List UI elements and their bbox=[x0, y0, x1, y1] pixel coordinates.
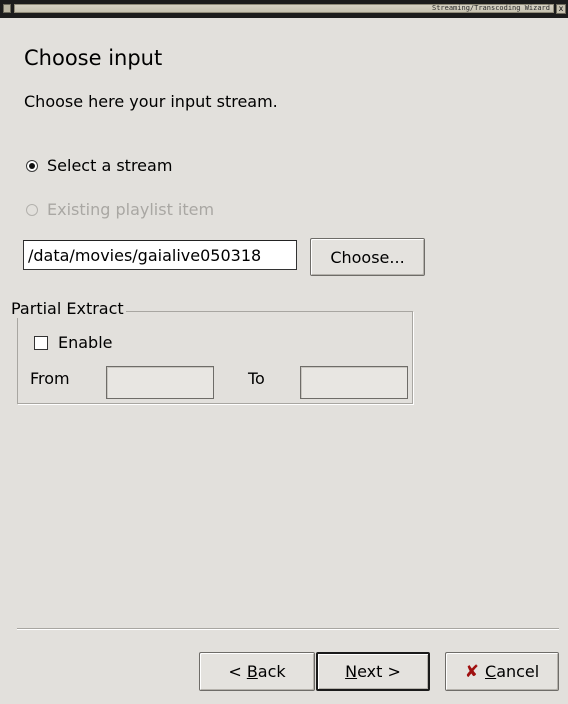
to-input[interactable] bbox=[300, 366, 408, 399]
window-title: Streaming/Transcoding Wizard bbox=[431, 4, 550, 12]
from-label: From bbox=[30, 369, 70, 388]
choose-button[interactable]: Choose... bbox=[310, 238, 425, 276]
select-stream-radio[interactable]: Select a stream bbox=[26, 156, 172, 175]
footer-separator bbox=[17, 628, 559, 630]
back-button-rest: ack bbox=[257, 662, 286, 681]
window-menu-button[interactable] bbox=[3, 4, 11, 13]
radio-checked-icon[interactable] bbox=[26, 159, 38, 172]
wizard-window: Streaming/Transcoding Wizard x Choose in… bbox=[0, 0, 568, 704]
next-button-mnemonic: N bbox=[345, 662, 358, 681]
page-title: Choose input bbox=[24, 46, 163, 70]
enable-checkbox[interactable]: Enable bbox=[34, 333, 113, 352]
cancel-button[interactable]: ✘ Cancel bbox=[445, 652, 559, 691]
title-bar[interactable]: Streaming/Transcoding Wizard x bbox=[0, 0, 568, 18]
select-stream-label: Select a stream bbox=[47, 156, 173, 175]
existing-playlist-item-label: Existing playlist item bbox=[47, 200, 215, 219]
to-label: To bbox=[248, 369, 265, 388]
checkbox-unchecked-icon[interactable] bbox=[34, 335, 48, 350]
page-subtitle: Choose here your input stream. bbox=[24, 92, 278, 111]
radio-unchecked-icon bbox=[26, 203, 38, 216]
from-input[interactable] bbox=[106, 366, 214, 399]
stream-path-input[interactable] bbox=[23, 240, 297, 270]
existing-playlist-item-radio: Existing playlist item bbox=[26, 200, 214, 219]
back-button-prefix: < bbox=[228, 662, 247, 681]
cancel-x-icon: ✘ bbox=[464, 661, 480, 682]
enable-label: Enable bbox=[58, 333, 113, 352]
next-button-rest: ext > bbox=[357, 662, 401, 681]
close-icon: x bbox=[558, 4, 564, 13]
next-button[interactable]: Next > bbox=[316, 652, 430, 691]
cancel-button-rest: ancel bbox=[496, 662, 540, 681]
back-button[interactable]: < Back bbox=[199, 652, 315, 691]
cancel-button-mnemonic: C bbox=[485, 662, 497, 681]
back-button-mnemonic: B bbox=[246, 662, 258, 681]
close-window-button[interactable]: x bbox=[556, 4, 566, 14]
partial-extract-label: Partial Extract bbox=[9, 299, 126, 318]
